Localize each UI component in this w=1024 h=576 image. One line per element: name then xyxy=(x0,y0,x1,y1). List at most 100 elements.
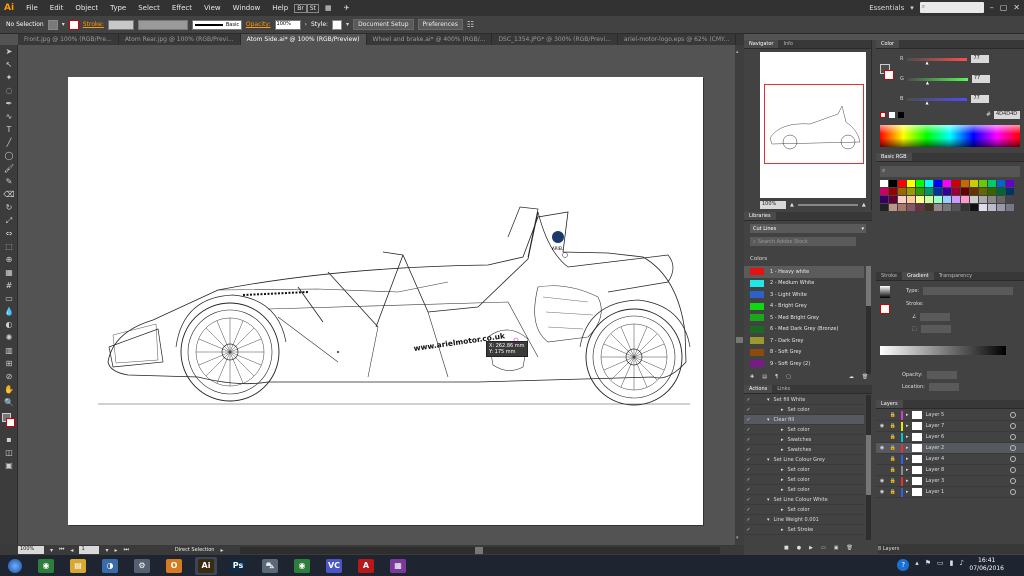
swatch-cell[interactable] xyxy=(934,204,942,211)
chevron-right-icon[interactable]: ▸ xyxy=(781,427,784,433)
tab-basic-rgb[interactable]: Basic RGB xyxy=(876,153,912,161)
swatch-cell[interactable] xyxy=(889,180,897,187)
visibility-eye-icon[interactable]: ◉ xyxy=(876,423,888,429)
swatch-cell[interactable] xyxy=(880,196,888,203)
swatch-cell[interactable] xyxy=(889,196,897,203)
stock-icon[interactable]: St xyxy=(306,3,319,13)
swatch-cell[interactable] xyxy=(943,204,951,211)
direct-selection-tool-icon[interactable]: ↖ xyxy=(0,58,18,71)
swatch-cell[interactable] xyxy=(925,196,933,203)
library-color-item[interactable]: 4 - Bright Grey xyxy=(744,301,864,313)
lock-icon[interactable]: 🔒 xyxy=(888,423,898,429)
swatch-cell[interactable] xyxy=(961,196,969,203)
swatch-cell[interactable] xyxy=(934,180,942,187)
free-transform-tool-icon[interactable]: ⬚ xyxy=(0,240,18,253)
chevron-right-icon[interactable]: ▸ xyxy=(906,489,909,495)
action-checkmark-icon[interactable]: ✓ xyxy=(744,437,753,443)
action-checkmark-icon[interactable]: ✓ xyxy=(744,527,753,533)
swatch-cell[interactable] xyxy=(934,196,942,203)
gradient-aspect-field[interactable] xyxy=(920,325,951,333)
swatch-cell[interactable] xyxy=(970,196,978,203)
eyedropper-tool-icon[interactable]: 💧 xyxy=(0,305,18,318)
color-icon[interactable]: ▢ xyxy=(786,374,791,380)
swatch-cell[interactable] xyxy=(934,188,942,195)
menu-file[interactable]: File xyxy=(20,4,44,12)
artboard-tool-icon[interactable]: ⊞ xyxy=(0,357,18,370)
swatch-cell[interactable] xyxy=(979,188,987,195)
workspace-switcher[interactable]: Essentials xyxy=(869,4,904,12)
shape-builder-tool-icon[interactable]: ⊕ xyxy=(0,253,18,266)
swatch-cell[interactable] xyxy=(961,204,969,211)
rotate-tool-icon[interactable]: ↻ xyxy=(0,201,18,214)
hand-tool-icon[interactable]: ✋ xyxy=(0,383,18,396)
swatch-cell[interactable] xyxy=(916,204,924,211)
layer-row[interactable]: 🔒 ▸ Layer 6 xyxy=(876,432,1024,443)
swatch-cell[interactable] xyxy=(916,180,924,187)
menu-view[interactable]: View xyxy=(198,4,227,12)
menu-select[interactable]: Select xyxy=(132,4,166,12)
taskbar-app-outlook-icon[interactable]: O xyxy=(163,557,185,575)
opacity-label[interactable]: Opacity: xyxy=(246,21,271,28)
navigator-preview[interactable] xyxy=(760,52,866,198)
action-row[interactable]: ✓ ▸ Set color xyxy=(744,475,864,485)
blue-value-field[interactable]: 77 xyxy=(971,95,990,103)
blend-tool-icon[interactable]: ◐ xyxy=(0,318,18,331)
layer-row[interactable]: ◉ 🔒 ▸ Layer 1 xyxy=(876,487,1024,498)
menu-type[interactable]: Type xyxy=(104,4,132,12)
chevron-down-icon[interactable]: ▾ xyxy=(910,4,914,12)
none-color-icon[interactable] xyxy=(880,111,886,118)
swatch-cell[interactable] xyxy=(916,196,924,203)
action-checkmark-icon[interactable]: ✓ xyxy=(744,417,753,423)
zoom-level-field[interactable]: 100% xyxy=(18,546,44,554)
chevron-down-icon[interactable]: ▾ xyxy=(767,417,770,423)
stroke-weight-field[interactable] xyxy=(107,19,134,30)
layer-target-icon[interactable] xyxy=(1010,478,1016,484)
arrange-icon[interactable]: ☷ xyxy=(467,20,474,29)
chevron-right-icon[interactable]: ▸ xyxy=(781,527,784,533)
swatch-cell[interactable] xyxy=(979,180,987,187)
action-checkmark-icon[interactable]: ✓ xyxy=(744,457,753,463)
red-slider-thumb[interactable]: ▲ xyxy=(925,60,928,65)
delete-icon[interactable]: 🗑 xyxy=(862,374,868,380)
library-color-item[interactable]: 2 - Medium White xyxy=(744,278,864,290)
color-spectrum[interactable] xyxy=(880,125,1020,147)
visibility-eye-icon[interactable]: ◉ xyxy=(876,489,888,495)
library-color-item[interactable]: 9 - Soft Grey (2) xyxy=(744,358,864,370)
layer-row[interactable]: 🔒 ▸ Layer 4 xyxy=(876,454,1024,465)
library-dropdown[interactable]: Cut Lines ▾ xyxy=(750,224,866,233)
layer-target-icon[interactable] xyxy=(1010,445,1016,451)
chevron-right-icon[interactable]: › xyxy=(305,21,307,28)
tab-navigator[interactable]: Navigator xyxy=(744,40,779,48)
green-slider[interactable]: ▲ xyxy=(907,77,968,85)
swatch-cell[interactable] xyxy=(916,188,924,195)
swatch-cell[interactable] xyxy=(907,196,915,203)
chevron-right-icon[interactable]: ▸ xyxy=(781,437,784,443)
lock-icon[interactable]: 🔒 xyxy=(888,456,898,462)
chevron-down-icon[interactable]: ▾ xyxy=(767,457,770,463)
action-row[interactable]: ✓ ▾ Set Line Colour Grey xyxy=(744,455,864,465)
taskbar-app-chrome-icon[interactable]: ◉ xyxy=(35,557,57,575)
swatch-cell[interactable] xyxy=(907,188,915,195)
library-color-item[interactable]: 8 - Soft Grey xyxy=(744,347,864,359)
visibility-eye-icon[interactable]: ◉ xyxy=(876,445,888,451)
gpu-icon[interactable]: ✈ xyxy=(338,4,356,12)
swatch-cell[interactable] xyxy=(925,188,933,195)
chevron-down-icon[interactable]: ▾ xyxy=(50,547,53,554)
chevron-down-icon[interactable]: ▾ xyxy=(346,21,349,28)
lock-icon[interactable]: 🔒 xyxy=(888,467,898,473)
stroke-label[interactable]: Stroke: xyxy=(83,21,104,28)
tab-atom-rear[interactable]: Atom Rear.jpg @ 100% (RGB/Previ... xyxy=(119,34,241,45)
arrange-docs-icon[interactable]: ▦ xyxy=(319,4,338,12)
magic-wand-tool-icon[interactable]: ✦ xyxy=(0,71,18,84)
swatch-cell[interactable] xyxy=(907,180,915,187)
lock-icon[interactable]: 🔒 xyxy=(888,412,898,418)
action-checkmark-icon[interactable]: ✓ xyxy=(744,397,753,403)
brush-field[interactable]: Basic xyxy=(191,19,242,30)
layer-target-icon[interactable] xyxy=(1010,456,1016,462)
current-tool-status[interactable]: Direct Selection xyxy=(175,547,215,553)
chevron-right-icon[interactable]: ▸ xyxy=(781,407,784,413)
color-stroke-swatch[interactable] xyxy=(884,70,894,80)
lock-icon[interactable]: 🔒 xyxy=(888,478,898,484)
chevron-right-icon[interactable]: ▸ xyxy=(906,434,909,440)
zoom-tool-icon[interactable]: 🔍 xyxy=(0,396,18,409)
